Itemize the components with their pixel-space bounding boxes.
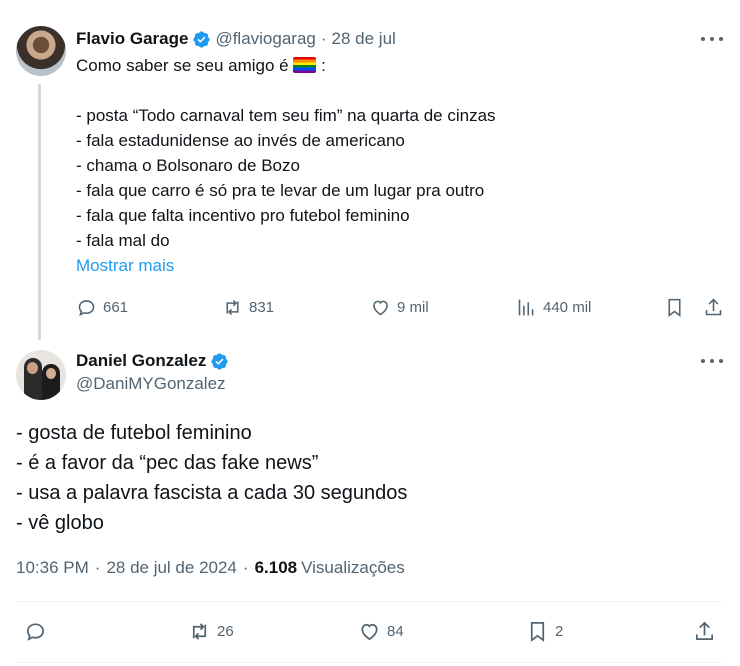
text-line: - chama o Bolsonaro de Bozo xyxy=(76,156,300,175)
main-header: Daniel Gonzalez xyxy=(76,350,233,372)
tweet-date[interactable]: 28 de jul de 2024 xyxy=(106,558,236,578)
parent-tweet[interactable]: Flavio Garage @flaviogarag · 28 de jul C… xyxy=(0,0,740,340)
bookmark-icon xyxy=(668,298,681,317)
tweet-metadata: 10:36 PM · 28 de jul de 2024 · 6.108 Vis… xyxy=(16,558,405,578)
more-icon[interactable] xyxy=(701,34,723,44)
like-count: 84 xyxy=(387,622,404,640)
show-more-link[interactable]: Mostrar mais xyxy=(76,256,174,275)
main-tweet-text: - gosta de futebol feminino - é a favor … xyxy=(16,418,407,538)
reply-button[interactable] xyxy=(24,618,53,644)
more-icon[interactable] xyxy=(701,356,723,366)
text-line: - posta “Todo carnaval tem seu fim” na q… xyxy=(76,106,496,125)
views-label: Visualizações xyxy=(301,558,405,577)
avatar-daniel[interactable] xyxy=(16,350,66,400)
verified-badge-icon[interactable] xyxy=(192,30,211,49)
bookmark-icon xyxy=(530,621,545,642)
repost-icon xyxy=(192,622,207,640)
thread-connector xyxy=(38,84,41,340)
separator-dot: · xyxy=(94,558,101,577)
rainbow-flag-emoji xyxy=(293,57,317,73)
bookmark-count: 2 xyxy=(555,622,564,640)
main-tweet: Daniel Gonzalez @DaniMYGonzalez - gosta … xyxy=(0,340,740,666)
tweet-date[interactable]: 28 de jul xyxy=(332,29,396,49)
like-icon xyxy=(373,300,388,315)
share-icon xyxy=(695,621,714,640)
avatar-flavio[interactable] xyxy=(16,26,66,76)
divider xyxy=(16,662,723,663)
separator-dot: · xyxy=(242,558,249,577)
like-button[interactable]: 84 xyxy=(358,618,404,644)
parent-header: Flavio Garage @flaviogarag · 28 de jul xyxy=(76,28,396,50)
views-count: 6.108 xyxy=(254,558,298,577)
views-icon xyxy=(518,299,534,315)
views-count: 440 mil xyxy=(543,298,592,316)
share-icon xyxy=(705,298,722,315)
views-button[interactable]: 440 mil xyxy=(516,294,591,320)
parent-tweet-text: Como saber se seu amigo é : - posta “Tod… xyxy=(76,53,696,278)
share-button[interactable] xyxy=(703,294,724,320)
divider xyxy=(16,601,723,602)
bookmark-button[interactable]: 2 xyxy=(526,618,563,644)
verified-badge-icon[interactable] xyxy=(210,352,229,371)
like-count: 9 mil xyxy=(397,298,429,316)
repost-icon xyxy=(226,299,239,315)
repost-count: 26 xyxy=(217,622,234,640)
author-name[interactable]: Flavio Garage xyxy=(76,29,188,49)
text-line: - é a favor da “pec das fake news” xyxy=(16,452,319,474)
text-line: - vê globo xyxy=(16,512,104,534)
reply-count: 661 xyxy=(103,298,129,316)
author-handle[interactable]: @flaviogarag xyxy=(215,29,315,49)
reply-button[interactable]: 661 xyxy=(76,294,128,320)
main-action-bar: 26 84 2 xyxy=(16,618,724,644)
text-line: - usa a palavra fascista a cada 30 segun… xyxy=(16,482,408,504)
parent-action-bar: 661 831 9 mil 440 mil xyxy=(76,294,726,320)
text-line: - fala mal do xyxy=(76,231,170,250)
bookmark-button[interactable] xyxy=(664,294,685,320)
author-handle[interactable]: @DaniMYGonzalez xyxy=(76,374,226,394)
text-line: - fala que falta incentivo pro futebol f… xyxy=(76,206,410,225)
separator-dot: · xyxy=(320,29,327,48)
text-line: - fala que carro é só pra te levar de um… xyxy=(76,181,485,200)
share-button[interactable] xyxy=(693,618,716,644)
text-line xyxy=(76,78,696,103)
like-icon xyxy=(361,623,378,640)
text-line: Como saber se seu amigo é : xyxy=(76,56,326,75)
reply-icon xyxy=(26,622,45,641)
repost-button[interactable]: 26 xyxy=(188,618,234,644)
text-line: - fala estadunidense ao invés de america… xyxy=(76,131,405,150)
repost-button[interactable]: 831 xyxy=(222,294,274,320)
author-name[interactable]: Daniel Gonzalez xyxy=(76,351,206,371)
like-button[interactable]: 9 mil xyxy=(370,294,429,320)
tweet-time[interactable]: 10:36 PM xyxy=(16,558,89,578)
text-line: - gosta de futebol feminino xyxy=(16,422,252,444)
repost-count: 831 xyxy=(249,298,275,316)
reply-icon xyxy=(78,299,95,316)
